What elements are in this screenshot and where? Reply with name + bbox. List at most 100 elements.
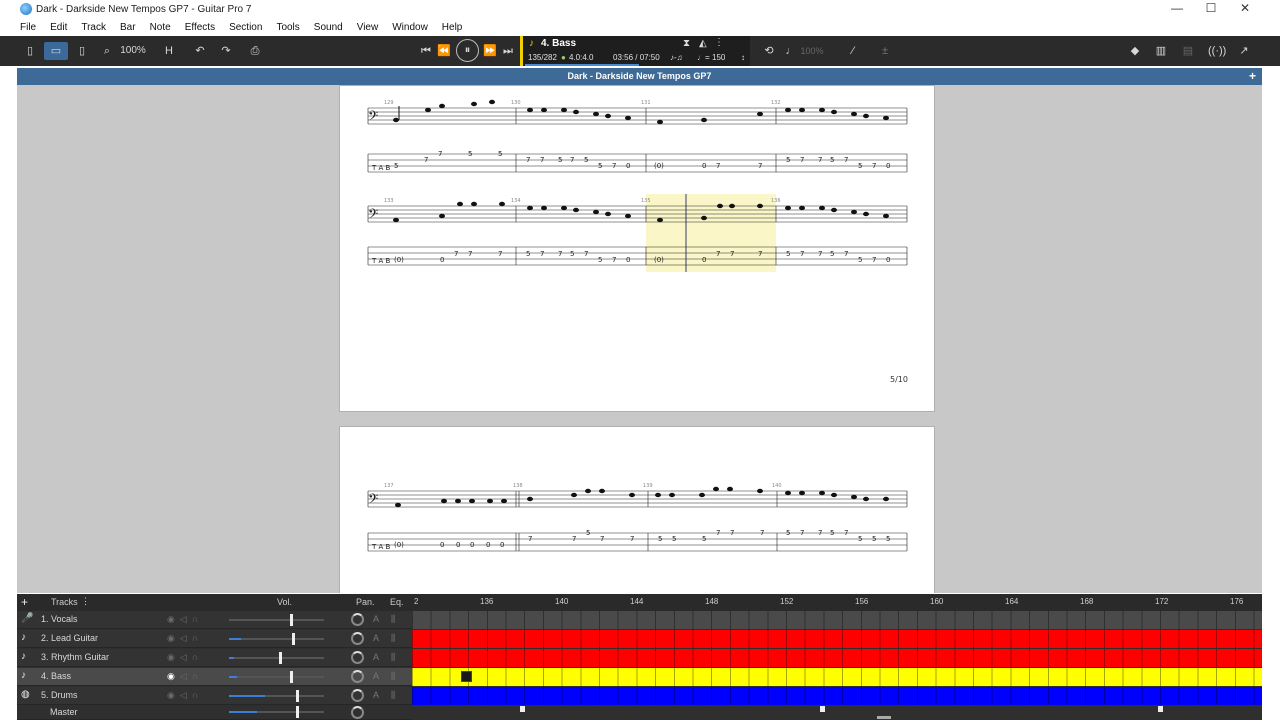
add-document-icon[interactable]: + [1249, 68, 1256, 85]
menu-bar-item[interactable]: Bar [120, 22, 136, 33]
zoom-level[interactable]: 100% [116, 42, 150, 60]
mute-icon[interactable]: ◁ [180, 690, 192, 700]
eq-icon[interactable]: ⫼ [391, 671, 395, 682]
automation-icon[interactable]: A [373, 633, 379, 643]
volume-slider-track[interactable] [229, 638, 324, 640]
pan-knob-icon[interactable] [351, 651, 364, 664]
eq-icon[interactable]: ⫼ [391, 690, 395, 701]
automation-icon[interactable]: A [373, 652, 379, 662]
section-marker-icon[interactable] [1158, 706, 1163, 712]
section-marker-icon[interactable] [820, 706, 825, 712]
volume-slider-handle[interactable] [296, 690, 299, 702]
previous-bar-icon[interactable]: ⏪ [437, 42, 451, 60]
last-bar-icon[interactable]: ⏭ [501, 42, 515, 60]
pan-knob-icon[interactable] [351, 670, 364, 683]
zoom-icon[interactable]: ⌕ [100, 42, 114, 60]
track-row-master[interactable]: Master [17, 705, 412, 720]
pan-knob-icon[interactable] [351, 613, 364, 626]
volume-slider-handle[interactable] [292, 633, 295, 645]
section-marker-icon[interactable] [520, 706, 525, 712]
score-page-next[interactable]: 𝄢 T A B 137 138 139 140 (0) 0 0 0 0 0 7 … [339, 426, 935, 593]
track-controls[interactable]: ◉◁∩ [167, 690, 203, 701]
audio-icon[interactable]: ((·)) [1208, 42, 1226, 60]
menu-track[interactable]: Track [81, 22, 106, 33]
menu-help[interactable]: Help [442, 22, 463, 33]
countdown-icon[interactable]: ⁄ [845, 42, 861, 60]
solo-icon[interactable]: ∩ [192, 690, 203, 700]
lcd-menu-icon[interactable]: ⋮ [714, 37, 724, 48]
volume-slider-handle[interactable] [279, 652, 282, 664]
lane-drums[interactable] [412, 687, 1262, 705]
automation-icon[interactable]: A [373, 671, 379, 681]
panel-left-icon[interactable]: ▯ [22, 42, 38, 60]
volume-slider-track[interactable] [229, 676, 324, 678]
undo-icon[interactable]: ↶ [192, 42, 208, 60]
redo-icon[interactable]: ↷ [218, 42, 234, 60]
track-controls[interactable]: ◉◁∩ [167, 633, 203, 644]
volume-slider-handle[interactable] [296, 706, 299, 718]
volume-slider-handle[interactable] [290, 614, 293, 626]
track-row-lead-guitar[interactable]: ♪ 2. Lead Guitar ◉◁∩ A ⫼ [17, 630, 412, 648]
solo-icon[interactable]: ∩ [192, 652, 203, 662]
track-controls[interactable]: ◉◁∩ [167, 652, 203, 663]
timeline-ruler[interactable]: 2 136 140 144 148 152 156 160 164 168 17… [412, 594, 1262, 611]
tracks-menu-icon[interactable]: ⋮ [81, 596, 90, 607]
volume-slider-track[interactable] [229, 619, 324, 621]
eye-icon[interactable]: ◉ [167, 690, 180, 700]
lane-bass[interactable] [412, 668, 1262, 686]
eye-icon[interactable]: ◉ [167, 633, 180, 643]
eye-icon[interactable]: ◉ [167, 652, 180, 662]
mute-icon[interactable]: ◁ [180, 614, 192, 624]
menu-file[interactable]: File [20, 22, 36, 33]
panel-right-icon[interactable]: ▯ [74, 42, 90, 60]
menu-section[interactable]: Section [229, 22, 262, 33]
page-layout-icon[interactable]: H [158, 42, 180, 60]
menu-tools[interactable]: Tools [276, 22, 299, 33]
solo-icon[interactable]: ∩ [192, 671, 203, 681]
automation-icon[interactable]: A [373, 614, 379, 624]
track-controls[interactable]: ◉◁∩ [167, 614, 203, 625]
current-bar-marker[interactable] [461, 671, 472, 682]
solo-icon[interactable]: ∩ [192, 633, 203, 643]
lane-vocals[interactable] [412, 611, 1262, 629]
track-row-rhythm-guitar[interactable]: ♪ 3. Rhythm Guitar ◉◁∩ A ⫼ [17, 649, 412, 667]
maximize-button[interactable]: ☐ [1194, 0, 1228, 18]
eye-icon[interactable]: ◉ [167, 614, 180, 624]
eye-icon[interactable]: ◉ [167, 671, 180, 681]
fretboard-icon[interactable]: ▤ [1180, 42, 1196, 60]
loop-icon[interactable]: ⟲ [760, 42, 778, 60]
close-button[interactable]: ✕ [1228, 0, 1262, 18]
guitar-view-icon[interactable]: ◆ [1128, 42, 1142, 60]
add-track-icon[interactable]: + [21, 595, 28, 609]
tempo-up-icon[interactable]: ↕ [741, 53, 745, 62]
metronome-icon[interactable]: ♩ [785, 42, 797, 60]
page-view-icon[interactable]: ▭ [44, 42, 68, 60]
menu-note[interactable]: Note [150, 22, 171, 33]
pan-knob-icon[interactable] [351, 706, 364, 719]
pan-knob-icon[interactable] [351, 632, 364, 645]
track-row-drums[interactable]: ◍ 5. Drums ◉◁∩ A ⫼ [17, 687, 412, 705]
menu-window[interactable]: Window [392, 22, 428, 33]
pan-knob-icon[interactable] [351, 689, 364, 702]
minimize-button[interactable]: — [1160, 0, 1194, 18]
transport-display[interactable]: ♪ 4. Bass ⧗ ◭ ⋮ 135/282 ● 4.0:4.0 03:56 … [520, 36, 750, 66]
mute-icon[interactable]: ◁ [180, 671, 192, 681]
lane-master[interactable] [412, 705, 1262, 720]
lane-lead-guitar[interactable] [412, 630, 1262, 648]
tuner-icon[interactable]: ↗ [1236, 42, 1252, 60]
pause-icon[interactable]: ⏸ [456, 39, 479, 62]
mute-icon[interactable]: ◁ [180, 633, 192, 643]
keyboard-view-icon[interactable]: ▥ [1153, 42, 1169, 60]
volume-slider-handle[interactable] [290, 671, 293, 683]
menu-effects[interactable]: Effects [185, 22, 215, 33]
menu-edit[interactable]: Edit [50, 22, 67, 33]
speed-value[interactable]: 100% [798, 42, 826, 60]
score-workspace[interactable]: 𝄢 𝄢 T A B T A B 129 130 131 132 133 134 … [17, 85, 1262, 593]
lane-rhythm-guitar[interactable] [412, 649, 1262, 667]
eq-icon[interactable]: ⫼ [391, 614, 395, 625]
solo-icon[interactable]: ∩ [192, 614, 203, 624]
menu-sound[interactable]: Sound [314, 22, 343, 33]
timeline-scrollbar[interactable] [877, 716, 891, 719]
track-row-vocals[interactable]: 🎤 1. Vocals ◉◁∩ A ⫼ [17, 611, 412, 629]
mute-icon[interactable]: ◁ [180, 652, 192, 662]
